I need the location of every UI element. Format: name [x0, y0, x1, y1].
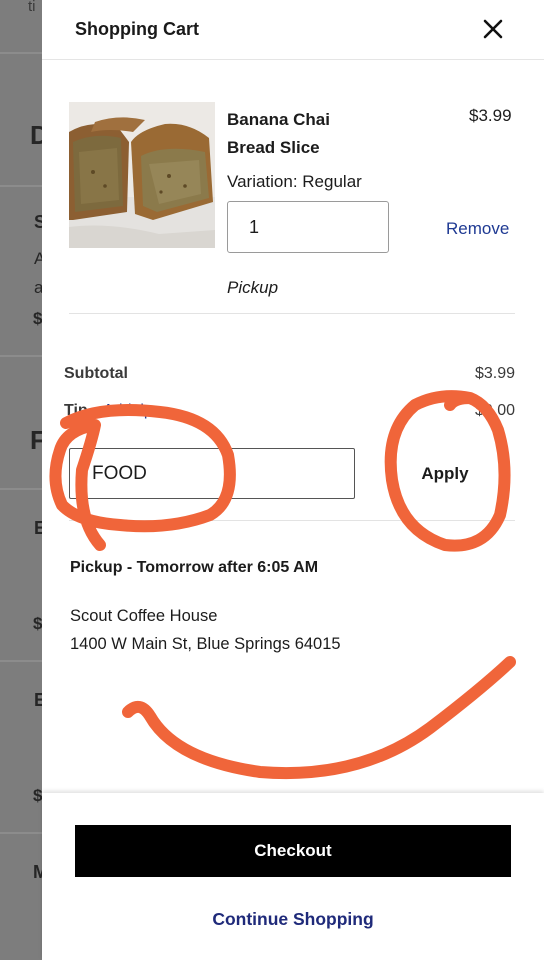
pickup-heading: Pickup - Tomorrow after 6:05 AM: [70, 559, 319, 576]
drawer-header: Shopping Cart: [42, 0, 544, 60]
subtotal-value: $3.99: [475, 365, 516, 382]
bg-text: ti: [28, 0, 36, 15]
add-tip-link[interactable]: Add tip: [103, 402, 153, 420]
bg-divider: [0, 52, 42, 54]
tip-value: $0.00: [475, 402, 516, 419]
cart-title: Shopping Cart: [75, 19, 199, 39]
store-name: Scout Coffee House: [70, 607, 218, 625]
fulfillment-type: Pickup: [227, 278, 279, 297]
cart-item: Banana Chai Bread Slice $3.99 Variation:…: [69, 102, 515, 314]
divider: [69, 520, 515, 521]
item-name: Banana Chai Bread Slice: [227, 110, 330, 157]
item-variation: Variation: Regular: [227, 172, 362, 191]
bg-divider: [0, 355, 42, 357]
product-image: [69, 102, 215, 248]
close-icon: [483, 19, 503, 39]
apply-button[interactable]: Apply: [382, 448, 508, 499]
checkout-button[interactable]: Checkout: [75, 825, 511, 877]
shopping-cart-drawer: Shopping Cart Banana Chai Bread Slice $3…: [42, 0, 544, 960]
item-price: $3.99: [469, 106, 512, 125]
store-address: 1400 W Main St, Blue Springs 64015: [70, 635, 341, 653]
close-button[interactable]: [480, 16, 506, 42]
bg-divider: [0, 488, 42, 490]
continue-shopping-link[interactable]: Continue Shopping: [42, 909, 544, 930]
coupon-code-input[interactable]: [69, 448, 355, 499]
cart-footer: Checkout Continue Shopping: [42, 793, 544, 960]
quantity-input[interactable]: [227, 201, 389, 253]
bg-divider: [0, 660, 42, 662]
tip-label: Tip: [64, 402, 88, 419]
bg-divider: [0, 832, 42, 834]
bg-divider: [0, 185, 42, 187]
remove-link[interactable]: Remove: [446, 219, 509, 239]
subtotal-label: Subtotal: [64, 365, 128, 382]
